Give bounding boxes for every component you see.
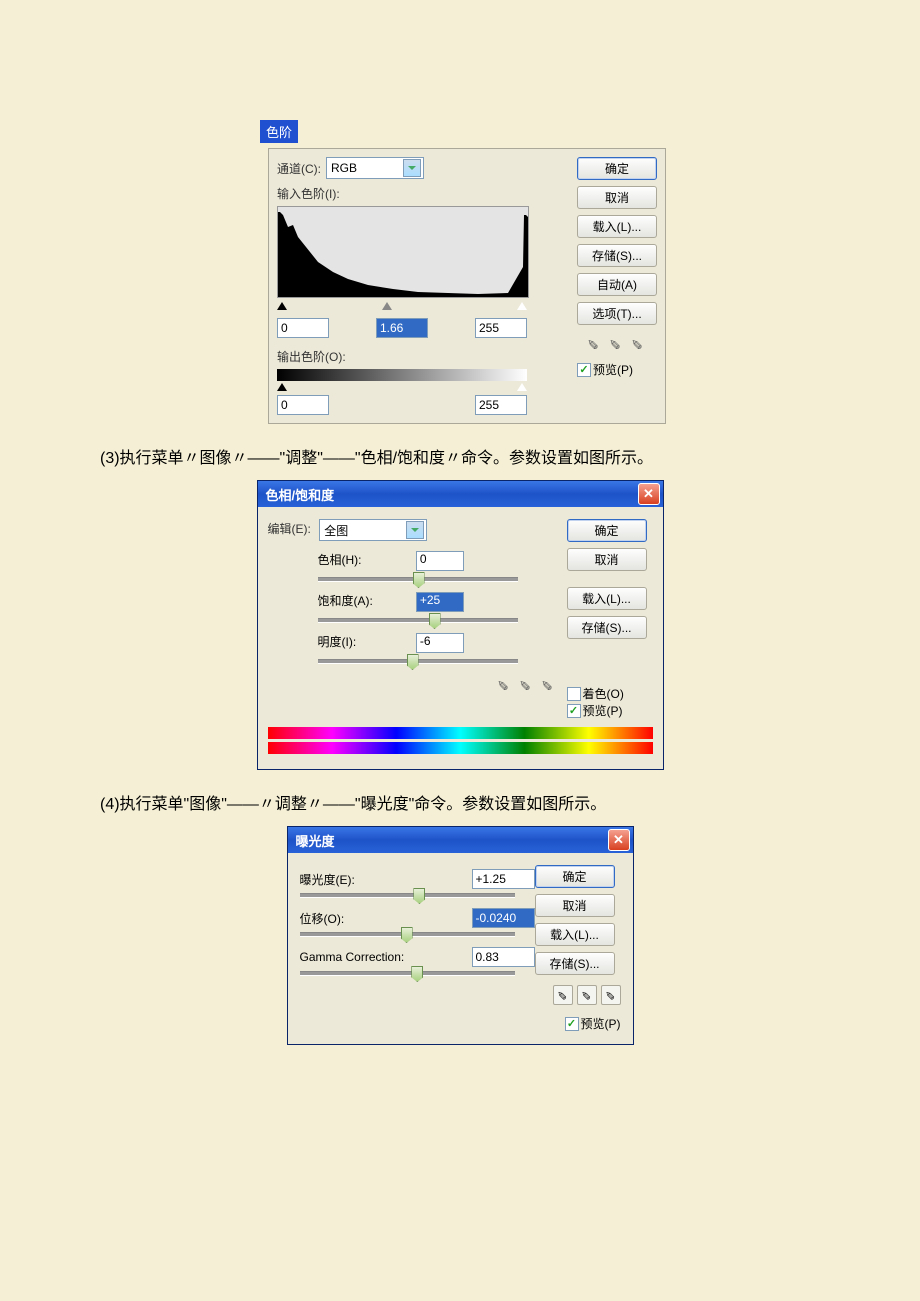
spectrum-top — [268, 727, 653, 739]
offset-slider[interactable] — [300, 932, 515, 937]
offset-label: 位移(O): — [300, 910, 420, 927]
slider-thumb[interactable] — [401, 927, 413, 943]
checkbox-checked-icon[interactable]: ✓ — [565, 1017, 579, 1031]
gamma-value[interactable]: 0.83 — [472, 947, 535, 967]
save-button[interactable]: 存储(S)... — [535, 952, 615, 975]
checkbox-checked-icon[interactable]: ✓ — [567, 704, 581, 718]
auto-button[interactable]: 自动(A) — [577, 273, 657, 296]
load-button[interactable]: 载入(L)... — [577, 215, 657, 238]
options-button[interactable]: 选项(T)... — [577, 302, 657, 325]
input-mid[interactable]: 1.66 — [376, 318, 428, 338]
levels-dialog: 通道(C): RGB 输入色阶(I): 0 1.66 255 — [268, 148, 666, 424]
exposure-value[interactable]: +1.25 — [472, 869, 535, 889]
light-slider[interactable] — [318, 659, 518, 664]
eyedropper-minus-icon[interactable] — [541, 676, 557, 692]
titlebar[interactable]: 色相/饱和度 ✕ — [258, 481, 663, 507]
histogram — [277, 206, 529, 298]
colorize-checkbox-row[interactable]: 着色(O) — [567, 685, 653, 702]
output-low[interactable]: 0 — [277, 395, 329, 415]
gray-point-marker[interactable] — [382, 302, 392, 310]
dialog-title: 色相/饱和度 — [266, 485, 638, 504]
channel-value: RGB — [331, 161, 403, 175]
offset-value[interactable]: -0.0240 — [472, 908, 535, 928]
exposure-dialog: 曝光度 ✕ 曝光度(E): +1.25 位移(O): -0.0240 — [287, 826, 634, 1045]
dialog-title: 曝光度 — [296, 831, 608, 850]
hue-value[interactable]: 0 — [416, 551, 464, 571]
colorize-label: 着色(O) — [583, 685, 624, 702]
title-badge: 色阶 — [260, 120, 298, 143]
black-point-marker[interactable] — [277, 302, 287, 310]
eyedropper-icon[interactable] — [497, 676, 513, 692]
output-high[interactable]: 255 — [475, 395, 527, 415]
input-slider[interactable] — [277, 302, 527, 312]
instruction-4: (4)执行菜单"图像"——〃调整〃——"曝光度"命令。参数设置如图所示。 — [100, 790, 820, 814]
eyedroppers-group — [577, 335, 657, 351]
sat-value[interactable]: +25 — [416, 592, 464, 612]
preview-label: 预览(P) — [583, 702, 623, 719]
exposure-label: 曝光度(E): — [300, 871, 420, 888]
output-slider[interactable] — [277, 383, 527, 391]
edit-select[interactable]: 全图 — [319, 519, 427, 541]
preview-label: 预览(P) — [581, 1015, 621, 1032]
preview-checkbox-row[interactable]: ✓ 预览(P) — [535, 1015, 621, 1032]
slider-thumb[interactable] — [413, 572, 425, 588]
ok-button[interactable]: 确定 — [577, 157, 657, 180]
cancel-button[interactable]: 取消 — [567, 548, 647, 571]
preview-checkbox-row[interactable]: ✓ 预览(P) — [567, 702, 653, 719]
cancel-button[interactable]: 取消 — [577, 186, 657, 209]
ok-button[interactable]: 确定 — [567, 519, 647, 542]
spectrum-bottom — [268, 742, 653, 754]
close-icon[interactable]: ✕ — [638, 483, 660, 505]
instruction-3: (3)执行菜单〃图像〃——"调整"——"色相/饱和度〃命令。参数设置如图所示。 — [100, 444, 820, 468]
out-white-marker[interactable] — [517, 383, 527, 391]
eyedropper-white-icon[interactable] — [631, 335, 647, 351]
input-levels-label: 输入色阶(I): — [277, 185, 569, 202]
slider-thumb[interactable] — [429, 613, 441, 629]
output-levels-label: 输出色阶(O): — [277, 348, 569, 365]
sat-label: 饱和度(A): — [318, 592, 403, 609]
output-gradient — [277, 369, 527, 381]
load-button[interactable]: 载入(L)... — [567, 587, 647, 610]
checkbox-checked-icon[interactable]: ✓ — [577, 363, 591, 377]
edit-value: 全图 — [324, 522, 406, 539]
save-button[interactable]: 存储(S)... — [567, 616, 647, 639]
gamma-label: Gamma Correction: — [300, 950, 420, 964]
exposure-slider[interactable] — [300, 893, 515, 898]
close-icon[interactable]: ✕ — [608, 829, 630, 851]
sat-slider[interactable] — [318, 618, 518, 623]
checkbox-unchecked-icon[interactable] — [567, 687, 581, 701]
slider-thumb[interactable] — [413, 888, 425, 904]
preview-checkbox-row[interactable]: ✓ 预览(P) — [577, 361, 657, 378]
gamma-slider[interactable] — [300, 971, 515, 976]
eyedropper-gray-icon[interactable]: ✎ — [577, 985, 597, 1005]
spectrum-bars — [268, 727, 653, 754]
slider-thumb[interactable] — [411, 966, 423, 982]
input-low[interactable]: 0 — [277, 318, 329, 338]
titlebar[interactable]: 曝光度 ✕ — [288, 827, 633, 853]
white-point-marker[interactable] — [517, 302, 527, 310]
hue-label: 色相(H): — [318, 551, 403, 568]
light-label: 明度(I): — [318, 633, 403, 650]
load-button[interactable]: 载入(L)... — [535, 923, 615, 946]
eyedropper-white-icon[interactable]: ✎ — [601, 985, 621, 1005]
preview-label: 预览(P) — [593, 361, 633, 378]
input-high[interactable]: 255 — [475, 318, 527, 338]
hue-slider[interactable] — [318, 577, 518, 582]
eyedropper-black-icon[interactable] — [587, 335, 603, 351]
channel-select[interactable]: RGB — [326, 157, 424, 179]
ok-button[interactable]: 确定 — [535, 865, 615, 888]
save-button[interactable]: 存储(S)... — [577, 244, 657, 267]
eyedropper-plus-icon[interactable] — [519, 676, 535, 692]
cancel-button[interactable]: 取消 — [535, 894, 615, 917]
chevron-down-icon[interactable] — [403, 159, 421, 177]
chevron-down-icon[interactable] — [406, 521, 424, 539]
light-value[interactable]: -6 — [416, 633, 464, 653]
eyedropper-black-icon[interactable]: ✎ — [553, 985, 573, 1005]
huesat-dialog: 色相/饱和度 ✕ 编辑(E): 全图 色相(H): 0 — [257, 480, 664, 770]
channel-label: 通道(C): — [277, 160, 321, 177]
eyedropper-gray-icon[interactable] — [609, 335, 625, 351]
edit-label: 编辑(E): — [268, 522, 311, 536]
slider-thumb[interactable] — [407, 654, 419, 670]
out-black-marker[interactable] — [277, 383, 287, 391]
